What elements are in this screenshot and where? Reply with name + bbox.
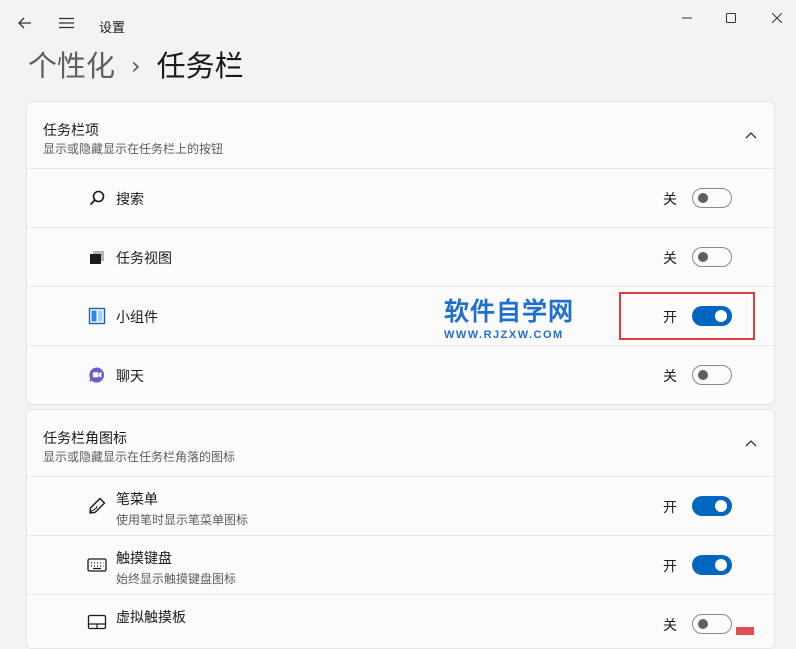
chevron-up-icon[interactable] [742,126,760,144]
hamburger-icon [58,17,74,29]
minimize-icon [682,17,692,19]
maximize-icon [726,13,736,23]
toggle-knob [698,619,708,629]
taskbar-corner-icons-section: 任务栏角图标 显示或隐藏显示在任务栏角落的图标 笔菜单 使用笔时显示笔菜单图标 … [26,409,775,649]
watermark-text: 软件自学网 [444,297,575,326]
setting-label: 小组件 [116,310,158,326]
title-bar: 设置 [0,0,796,44]
toggle-knob [698,252,708,262]
toggle-state-label: 关 [663,192,677,208]
close-icon [772,13,782,23]
taskbar-items-header[interactable]: 任务栏项 显示或隐藏显示在任务栏上的按钮 [27,102,774,168]
taskbar-corner-icons-header[interactable]: 任务栏角图标 显示或隐藏显示在任务栏角落的图标 [27,410,774,476]
setting-row-virtual-touchpad: 虚拟触摸板 关 [27,594,774,648]
section-title: 任务栏角图标 [43,431,127,447]
breadcrumb-separator: › [131,52,141,80]
watermark: 软件自学网 WWW.RJZXW.COM [444,297,575,342]
edge-marker [736,627,754,635]
pen-icon [85,494,109,518]
touch-keyboard-toggle[interactable] [692,555,732,575]
task-view-toggle[interactable] [692,247,732,267]
toggle-knob [715,559,727,571]
setting-label: 聊天 [116,369,144,385]
setting-row-task-view: 任务视图 关 [27,227,774,286]
keyboard-icon [85,553,109,577]
toggle-knob [715,500,727,512]
setting-label: 搜索 [116,192,144,208]
chevron-up-icon[interactable] [742,434,760,452]
setting-description: 始终显示触摸键盘图标 [116,572,237,586]
toggle-knob [698,193,708,203]
navigation-menu-button[interactable] [55,12,77,34]
setting-row-chat: 聊天 关 [27,345,774,404]
touchpad-icon [85,610,109,634]
maximize-button[interactable] [718,8,744,28]
toggle-state-label: 开 [663,559,677,575]
breadcrumb-parent-link[interactable]: 个性化 [28,46,115,86]
setting-label: 任务视图 [116,251,172,267]
setting-row-touch-keyboard: 触摸键盘 始终显示触摸键盘图标 开 [27,535,774,594]
widgets-icon [85,304,109,328]
search-toggle[interactable] [692,188,732,208]
setting-label: 触摸键盘 [116,551,172,567]
taskbar-items-section: 任务栏项 显示或隐藏显示在任务栏上的按钮 搜索 关 任务视图 关 小组件 开 聊 [26,101,775,405]
watermark-url: WWW.RJZXW.COM [444,329,564,341]
chat-icon [85,363,109,387]
app-title: 设置 [99,21,126,36]
toggle-state-label: 关 [663,369,677,385]
setting-row-pen-menu: 笔菜单 使用笔时显示笔菜单图标 开 [27,476,774,535]
minimize-button[interactable] [674,8,700,28]
toggle-state-label: 关 [663,618,677,634]
section-title: 任务栏项 [43,123,99,139]
toggle-knob [698,370,708,380]
setting-label: 虚拟触摸板 [116,610,186,626]
setting-description: 使用笔时显示笔菜单图标 [116,513,249,527]
setting-row-search: 搜索 关 [27,168,774,227]
page-title: 任务栏 [156,49,244,83]
pen-menu-toggle[interactable] [692,496,732,516]
search-icon [85,186,109,210]
back-button[interactable] [14,12,36,34]
section-subtitle: 显示或隐藏显示在任务栏上的按钮 [43,142,224,156]
toggle-state-label: 关 [663,251,677,267]
section-subtitle: 显示或隐藏显示在任务栏角落的图标 [43,450,236,464]
close-button[interactable] [764,8,790,28]
chat-toggle[interactable] [692,365,732,385]
virtual-touchpad-toggle[interactable] [692,614,732,634]
breadcrumb: 个性化 › 任务栏 [28,46,244,86]
toggle-state-label: 开 [663,500,677,516]
setting-label: 笔菜单 [116,492,158,508]
back-arrow-icon [18,17,31,29]
highlight-box [619,292,755,340]
task-view-icon [85,245,109,269]
